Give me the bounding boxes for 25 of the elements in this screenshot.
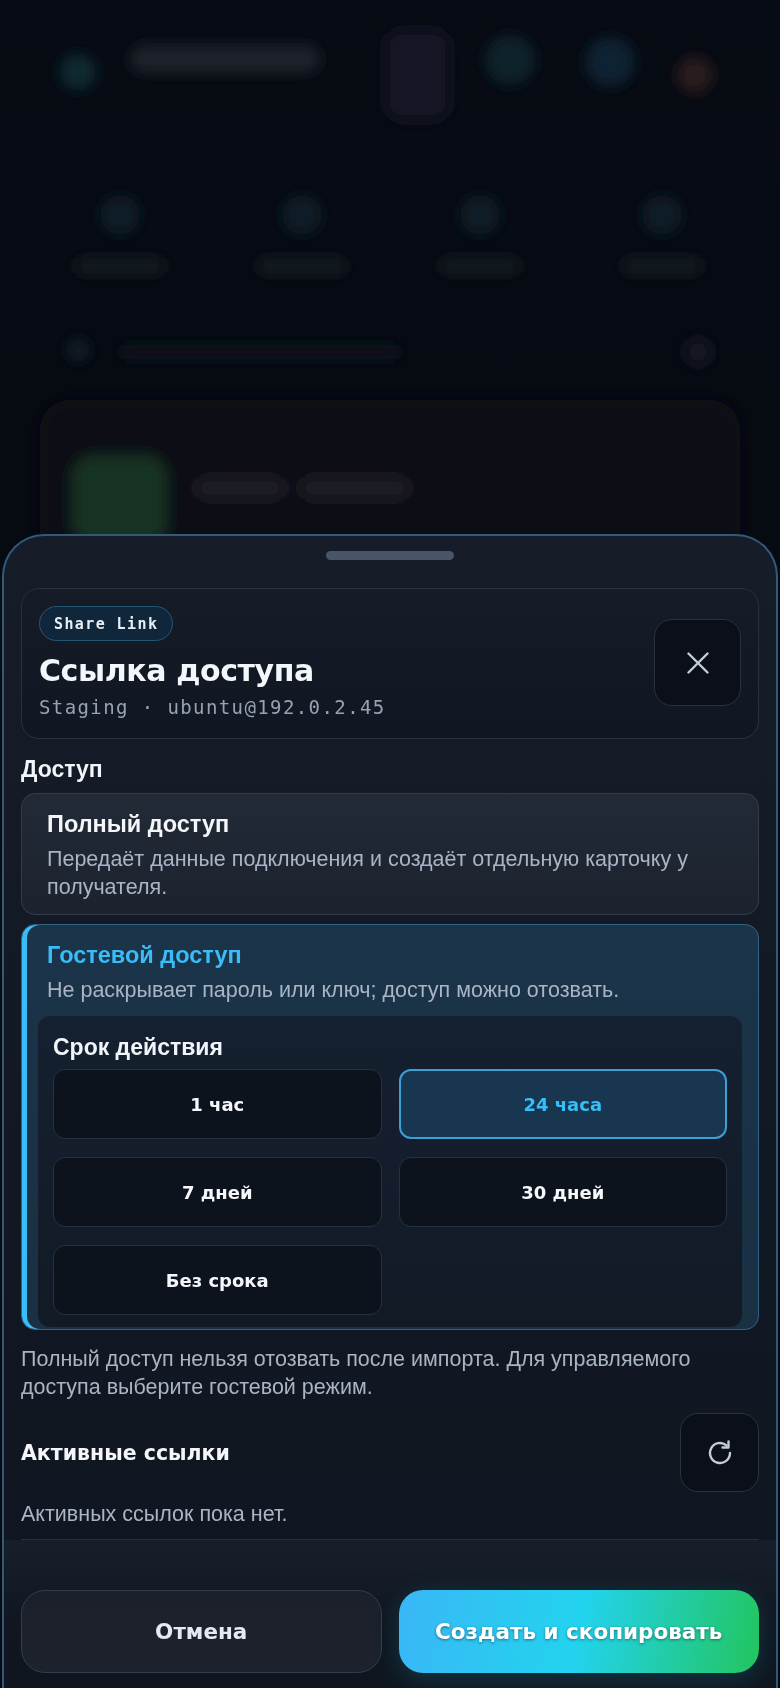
close-icon <box>686 651 709 674</box>
expiry-label: Срок действия <box>53 1033 224 1061</box>
info-note: Полный доступ нельзя отозвать после импорта. Для управляемого доступа выберите гостевой режим. <box>21 1346 692 1401</box>
option-description: Не раскрывает пароль или ключ; доступ можно отозвать. <box>46 977 621 1004</box>
expiry-option-button[interactable]: 7 дней <box>53 1157 382 1227</box>
close-button[interactable] <box>654 619 741 706</box>
section-title: Активные ссылки <box>21 1440 230 1465</box>
option-title: Гостевой доступ <box>46 941 243 969</box>
sheet-title: Ссылка доступа <box>39 652 314 690</box>
connection-subtitle: Staging · ubuntu@192.0.2.45 <box>39 695 386 719</box>
access-option-card[interactable]: Гостевой доступ Не раскрывает пароль или ключ; доступ можно отозвать. Срок действия 1 час 24 часа 7 дней 30 дней Без срока <box>21 924 759 1330</box>
expiry-option-button[interactable]: 1 час <box>53 1069 382 1139</box>
drag-handle[interactable] <box>326 551 454 560</box>
expiry-option-button[interactable]: 30 дней <box>398 1157 727 1227</box>
access-option-card[interactable]: Полный доступ Передаёт данные подключения и создаёт отдельную карточку у получателя. <box>21 793 759 915</box>
header-badge: Share Link <box>39 606 174 641</box>
refresh-button[interactable] <box>680 1413 759 1492</box>
cancel-button[interactable]: Отмена <box>21 1590 382 1673</box>
option-title: Полный доступ <box>46 810 231 838</box>
empty-state-text: Активных ссылок пока нет. <box>21 1501 289 1527</box>
expiry-option-button[interactable]: Без срока <box>53 1245 382 1315</box>
option-description: Передаёт данные подключения и создаёт отдельную карточку у получателя. <box>46 846 689 901</box>
section-label: Доступ <box>21 755 104 783</box>
expiry-option-button[interactable]: 24 часа <box>398 1069 727 1139</box>
refresh-icon <box>706 1439 733 1466</box>
